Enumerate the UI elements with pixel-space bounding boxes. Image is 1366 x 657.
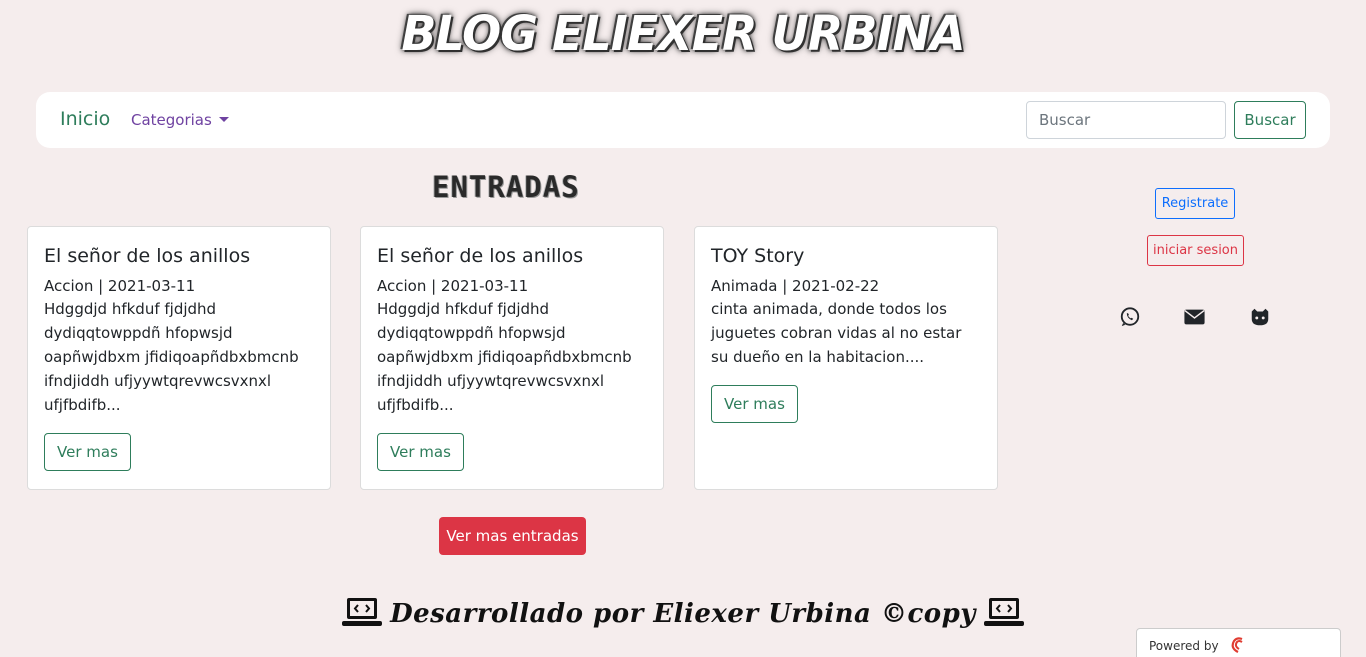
card-text: cinta animada, donde todos los juguetes … <box>711 300 962 366</box>
search-button[interactable]: Buscar <box>1234 101 1306 139</box>
card-title: El señor de los anillos <box>377 245 584 267</box>
card-text: Hdggdjd hfkduf fjdjdhd dydiqqtowppdñ hfo… <box>377 300 632 414</box>
whatsapp-icon[interactable] <box>1119 306 1143 330</box>
post-card: TOY Story Animada | 2021-02-22 cinta ani… <box>694 226 998 490</box>
read-more-button[interactable]: Ver mas <box>711 385 798 423</box>
footer-text: Desarrollado por Eliexer Urbina ©copy <box>390 599 976 629</box>
more-posts-button[interactable]: Ver mas entradas <box>439 517 586 555</box>
000webhost-logo-icon <box>1228 636 1248 657</box>
powered-label: Powered by <box>1149 639 1219 653</box>
caret-down-icon <box>218 117 229 122</box>
card-meta: Accion | 2021-03-11 <box>377 277 529 295</box>
read-more-button[interactable]: Ver mas <box>44 433 131 471</box>
site-logo: BLOG ELIEXER URBINA <box>401 4 965 62</box>
navbar: Inicio Categorias Buscar <box>36 92 1330 148</box>
laptop-code-icon <box>983 596 1024 635</box>
nav-home-link[interactable]: Inicio <box>60 108 110 130</box>
read-more-button[interactable]: Ver mas <box>377 433 464 471</box>
categories-label: Categorias <box>131 111 212 129</box>
section-title: ENTRADAS <box>432 170 580 204</box>
card-title: El señor de los anillos <box>44 245 251 267</box>
powered-by-badge[interactable]: Powered by 000webhost <box>1136 628 1341 657</box>
card-text: Hdggdjd hfkduf fjdjdhd dydiqqtowppdñ hfo… <box>44 300 299 414</box>
github-icon[interactable] <box>1249 306 1273 330</box>
card-meta: Animada | 2021-02-22 <box>711 277 880 295</box>
register-button[interactable]: Registrate <box>1155 188 1235 219</box>
login-button[interactable]: iniciar sesion <box>1147 235 1244 266</box>
search-input[interactable] <box>1026 101 1226 139</box>
card-meta: Accion | 2021-03-11 <box>44 277 196 295</box>
post-card: El señor de los anillos Accion | 2021-03… <box>360 226 664 490</box>
card-title: TOY Story <box>711 245 805 267</box>
post-card: El señor de los anillos Accion | 2021-03… <box>27 226 331 490</box>
laptop-code-icon <box>342 596 383 635</box>
categories-dropdown[interactable]: Categorias <box>131 111 229 129</box>
envelope-icon[interactable] <box>1183 306 1207 330</box>
